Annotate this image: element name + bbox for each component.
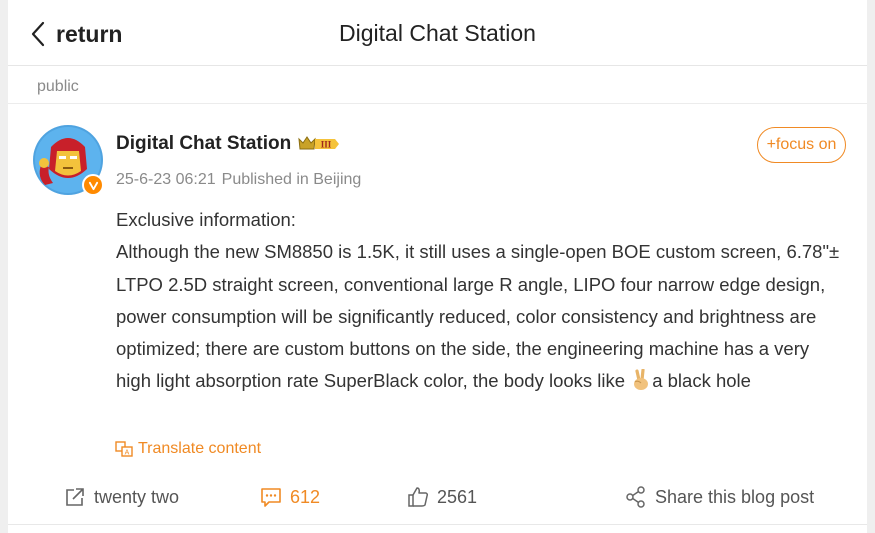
post-date: 25-6-23 06:21 — [116, 171, 216, 188]
post-body-paragraph: Although the new SM8850 is 1.5K, it stil… — [116, 236, 846, 397]
forward-button[interactable]: twenty two — [64, 486, 179, 508]
translate-icon: A — [115, 441, 133, 457]
svg-text:III: III — [321, 140, 332, 150]
verified-badge-icon — [82, 174, 104, 196]
victory-hand-emoji-icon — [634, 369, 649, 391]
share-button[interactable]: Share this blog post — [625, 486, 814, 508]
post-body-heading: Exclusive information: — [116, 209, 296, 230]
translate-link[interactable]: A Translate content — [115, 440, 261, 458]
bottom-divider — [8, 524, 867, 525]
thumbs-up-icon — [408, 487, 429, 507]
post-body-tail: a black hole — [652, 370, 751, 392]
post-body: Exclusive information: Although the new … — [116, 204, 846, 398]
visibility-label: public — [37, 78, 79, 95]
section-divider — [8, 103, 867, 104]
like-count: 2561 — [437, 486, 478, 507]
post-body-main: Although the new SM8850 is 1.5K, it stil… — [116, 241, 840, 392]
follow-button[interactable]: +focus on — [757, 127, 846, 163]
like-button[interactable]: 2561 — [407, 486, 477, 508]
blog-post-page: return Digital Chat Station public Digit… — [8, 0, 867, 533]
rank-badge-icon: III — [298, 136, 340, 150]
author-row: Digital Chat Station III — [116, 133, 341, 155]
share-label: Share this blog post — [655, 486, 815, 507]
post-location: Published in Beijing — [221, 171, 362, 188]
comment-button[interactable]: 612 — [260, 486, 320, 508]
forward-icon — [66, 488, 84, 506]
top-bar: return Digital Chat Station — [8, 0, 867, 66]
action-bar: twenty two 612 2561 Share this blog post — [8, 478, 867, 524]
forward-count: twenty two — [94, 486, 180, 507]
comment-count: 612 — [290, 486, 321, 507]
comment-icon — [261, 488, 281, 507]
page-title: Digital Chat Station — [339, 20, 536, 46]
post-meta: 25-6-23 06:21 Published in Beijing — [116, 171, 361, 189]
author-name[interactable]: Digital Chat Station — [116, 133, 291, 155]
translate-label: Translate content — [138, 440, 262, 457]
svg-text:A: A — [125, 450, 130, 457]
share-icon — [626, 486, 645, 508]
